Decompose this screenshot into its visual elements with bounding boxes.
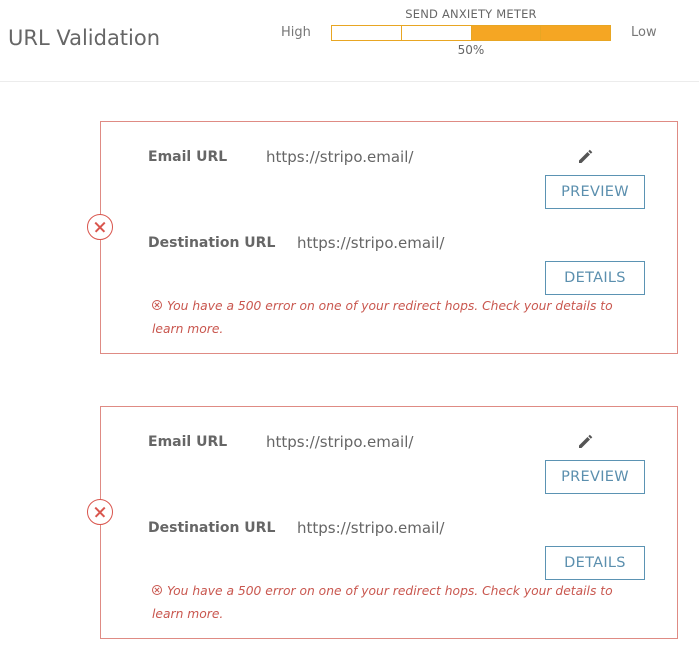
meter-low-label: Low [631,25,657,40]
anxiety-meter-bar [331,25,611,41]
error-circle-x-icon [87,499,113,525]
email-url-value[interactable]: https://stripo.email/ [266,433,413,451]
error-text: You have a 500 error on one of your redi… [152,584,613,621]
meter-segment [400,26,471,40]
details-button[interactable]: DETAILS [545,261,645,295]
anxiety-meter-title: SEND ANXIETY METER [405,7,537,21]
page-title: URL Validation [8,26,161,50]
email-url-label: Email URL [148,434,228,450]
preview-button[interactable]: PREVIEW [545,460,645,494]
pencil-icon[interactable] [576,431,596,451]
error-circle-x-icon [87,214,113,240]
destination-url-label: Destination URL [148,520,276,536]
error-message: You have a 500 error on one of your redi… [152,295,632,341]
url-validation-card: Email URL https://stripo.email/ PREVIEW … [87,121,678,354]
destination-url-value[interactable]: https://stripo.email/ [297,234,444,252]
error-message: You have a 500 error on one of your redi… [152,580,632,626]
details-button[interactable]: DETAILS [545,546,645,580]
meter-segment [332,26,401,40]
meter-percent: 50% [457,43,485,57]
meter-segment [470,26,541,40]
header: URL Validation SEND ANXIETY METER High L… [0,0,699,82]
destination-url-value[interactable]: https://stripo.email/ [297,519,444,537]
meter-high-label: High [281,25,311,40]
error-x-icon [152,300,162,310]
url-validation-card: Email URL https://stripo.email/ PREVIEW … [87,406,678,639]
pencil-icon[interactable] [576,146,596,166]
destination-url-label: Destination URL [148,235,276,251]
email-url-value[interactable]: https://stripo.email/ [266,148,413,166]
meter-segment [540,26,610,40]
email-url-label: Email URL [148,149,228,165]
error-text: You have a 500 error on one of your redi… [152,299,613,336]
error-x-icon [152,585,162,595]
preview-button[interactable]: PREVIEW [545,175,645,209]
